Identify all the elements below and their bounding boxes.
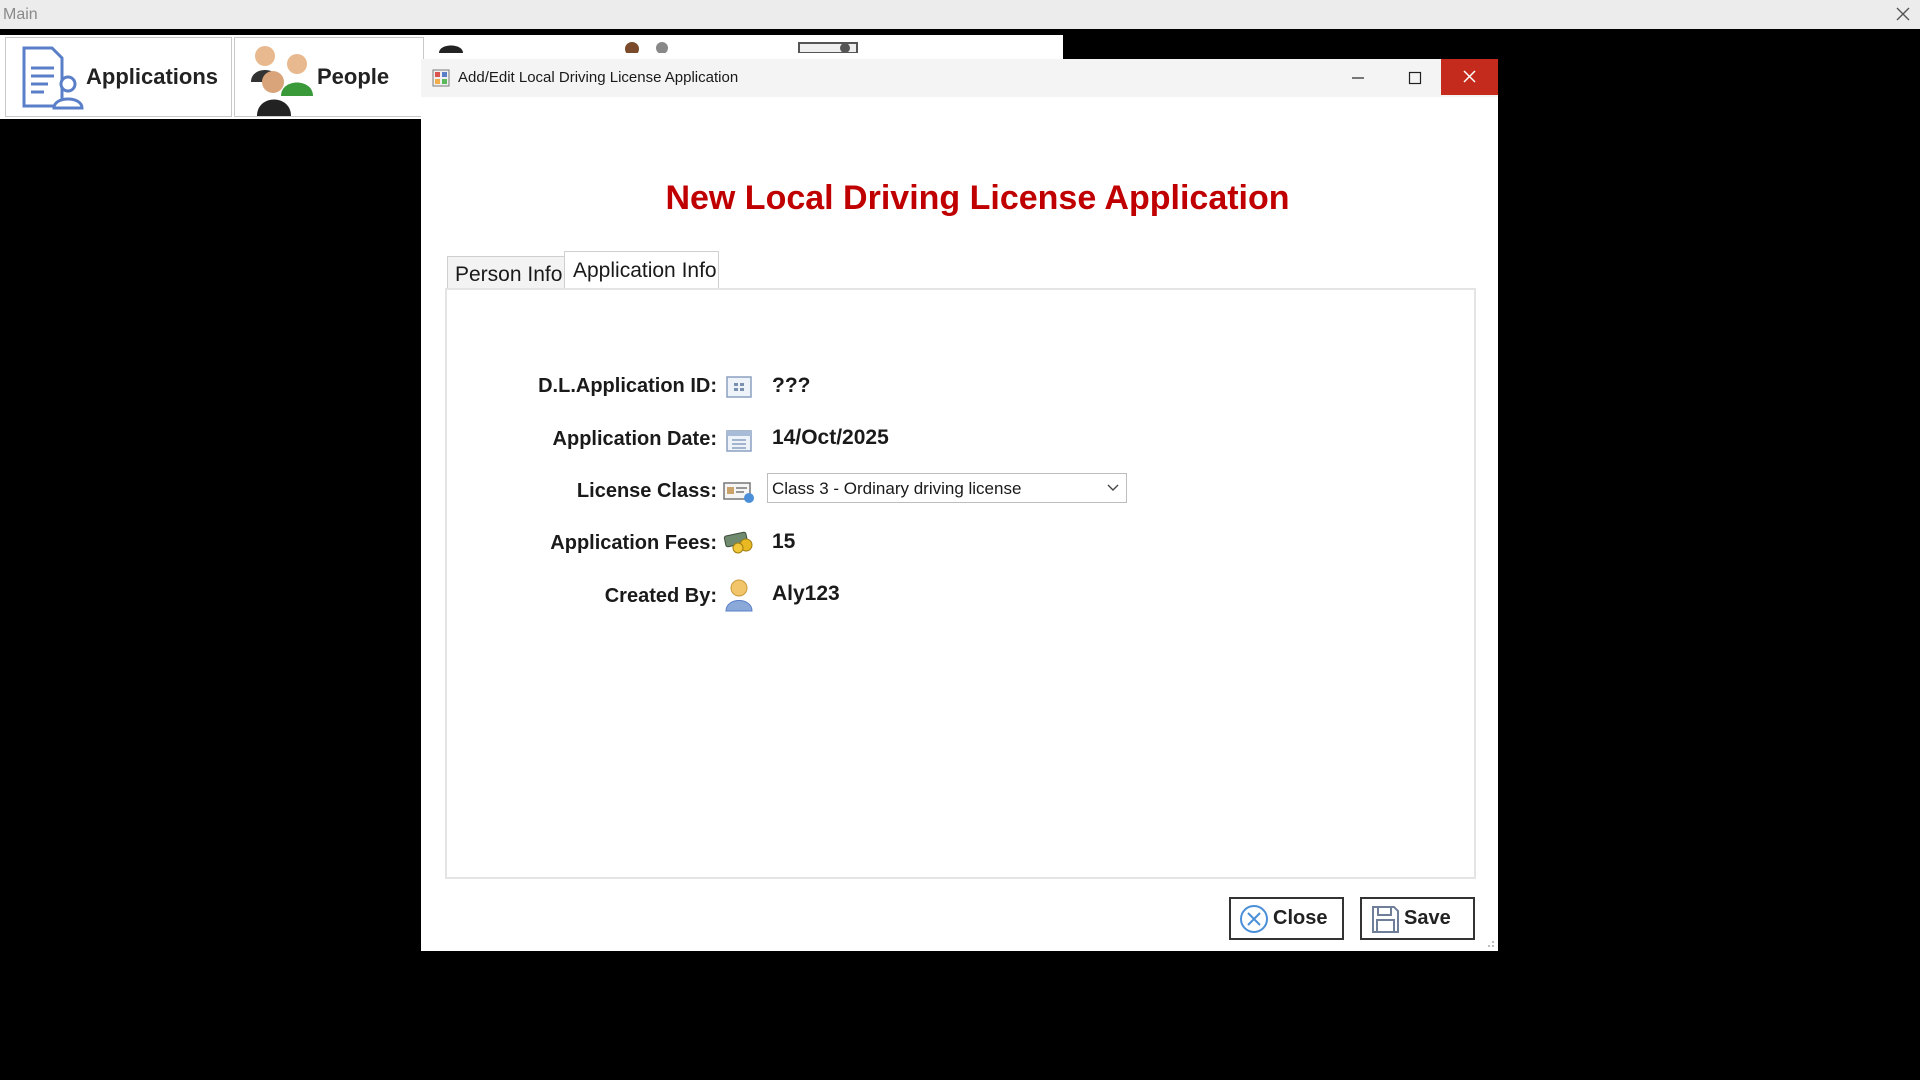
close-icon — [1896, 7, 1910, 21]
people-button[interactable]: People — [234, 37, 424, 117]
save-button[interactable]: Save — [1360, 897, 1475, 940]
people-label: People — [317, 64, 390, 89]
save-button-label: Save — [1404, 907, 1451, 929]
tab-person-info[interactable]: Person Info — [447, 256, 565, 290]
applications-label: Applications — [86, 64, 219, 89]
save-icon — [1372, 905, 1399, 933]
license-card-icon — [723, 482, 754, 503]
user-icon — [725, 579, 753, 612]
close-icon — [1463, 70, 1476, 83]
money-icon — [723, 531, 753, 554]
application-fees-value: 15 — [772, 530, 796, 553]
id-card-icon — [726, 376, 752, 398]
resize-grip-icon[interactable] — [1483, 936, 1495, 948]
chevron-down-icon — [1107, 484, 1119, 491]
application-date-value: 14/Oct/2025 — [772, 426, 889, 449]
main-titlebar: Main — [0, 0, 1920, 29]
tab-application-info[interactable]: Application Info — [564, 251, 719, 291]
close-button-label: Close — [1273, 907, 1328, 929]
account-settings-icon — [798, 42, 858, 53]
application-id-label: D.L.Application ID: — [538, 375, 717, 397]
minimize-icon — [1352, 77, 1364, 79]
calendar-icon — [726, 430, 752, 452]
applications-icon — [22, 46, 84, 110]
people-icon — [251, 46, 313, 116]
maximize-button[interactable] — [1387, 59, 1443, 97]
created-by-label: Created By: — [604, 585, 717, 607]
close-button[interactable]: Close — [1229, 897, 1344, 940]
minimize-button[interactable] — [1330, 59, 1386, 97]
dialog-close-button[interactable] — [1441, 59, 1498, 95]
form-app-icon — [432, 69, 450, 87]
drivers-icon — [439, 45, 463, 53]
main-window-title: Main — [3, 6, 38, 23]
created-by-value: Aly123 — [772, 582, 840, 605]
license-class-selected: Class 3 - Ordinary driving license — [772, 479, 1022, 498]
main-close-button[interactable] — [1890, 2, 1916, 26]
dialog-heading: New Local Driving License Application — [665, 179, 1290, 217]
maximize-icon — [1408, 71, 1422, 85]
dialog-titlebar: Add/Edit Local Driving License Applicati… — [421, 59, 1498, 97]
applications-button[interactable]: Applications — [5, 37, 232, 117]
license-class-select[interactable]: Class 3 - Ordinary driving license — [767, 473, 1127, 503]
add-edit-application-dialog: Add/Edit Local Driving License Applicati… — [421, 59, 1498, 951]
dialog-title: Add/Edit Local Driving License Applicati… — [458, 69, 739, 86]
application-date-label: Application Date: — [552, 428, 717, 450]
application-id-value: ??? — [772, 374, 811, 397]
close-circle-icon — [1240, 904, 1268, 933]
users-icon — [625, 42, 668, 53]
application-fees-label: Application Fees: — [550, 532, 717, 554]
license-class-label: License Class: — [576, 480, 717, 502]
